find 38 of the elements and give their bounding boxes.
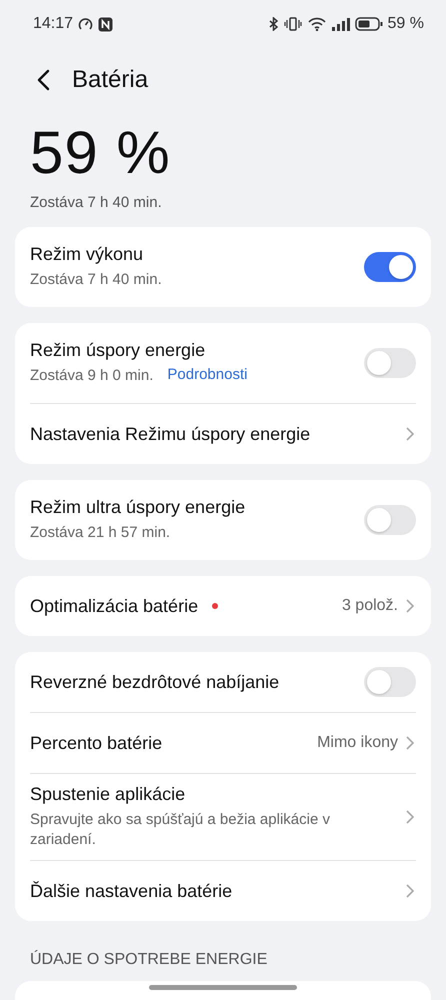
toggle-switch[interactable] <box>364 348 416 378</box>
chevron-right-icon <box>406 599 414 613</box>
remaining-time: Zostáva 7 h 40 min. <box>29 193 163 211</box>
battery-percentage: 59 % <box>29 118 172 188</box>
chevron-right-icon <box>406 884 414 898</box>
setting-title: Reverzné bezdrôtové nabíjanie <box>30 672 280 692</box>
setting-title: Režim výkonu <box>30 244 144 265</box>
toggle-switch[interactable] <box>364 252 416 282</box>
setting-value: Mimo ikony <box>317 734 398 752</box>
setting-title: Optimalizácia batérie <box>30 596 198 616</box>
vibrate-icon <box>284 17 302 31</box>
wifi-icon <box>306 17 327 31</box>
toggle-switch[interactable] <box>364 667 416 697</box>
speedometer-icon <box>78 17 94 31</box>
setting-title: Ďalšie nastavenia batérie <box>30 880 232 902</box>
setting-subtitle: Zostáva 7 h 40 min. <box>30 270 162 290</box>
status-time: 14:17 <box>33 15 74 33</box>
battery-percent: 59 % <box>388 15 424 33</box>
details-link[interactable]: Podrobnosti <box>167 366 248 386</box>
toggle-switch[interactable] <box>364 505 416 535</box>
battery-icon <box>354 17 383 31</box>
setting-subtitle: Zostáva 21 h 57 min. <box>30 523 170 543</box>
setting-title: Nastavenia Režimu úspory energie <box>30 424 310 444</box>
setting-title: Režim ultra úspory energie <box>30 497 246 518</box>
setting-title: Režim úspory energie <box>30 340 206 361</box>
chevron-right-icon <box>406 736 414 750</box>
bluetooth-icon <box>268 17 279 31</box>
page-title: Batéria <box>72 66 148 94</box>
setting-title: Percento batérie <box>30 732 162 754</box>
section-header: ÚDAJE O SPOTREBE ENERGIE <box>29 949 268 970</box>
chevron-right-icon <box>406 427 414 441</box>
setting-subtitle: Zostáva 9 h 0 min. <box>30 366 154 386</box>
chevron-right-icon <box>406 810 414 824</box>
setting-value: 3 polož. <box>342 597 398 615</box>
setting-title: Spustenie aplikácie <box>30 784 186 805</box>
setting-subtitle: Spravujte ako sa spúšťajú a bežia aplikácie v zariadení. <box>30 810 331 850</box>
signal-icon <box>332 18 350 30</box>
nfc-icon <box>98 16 114 32</box>
